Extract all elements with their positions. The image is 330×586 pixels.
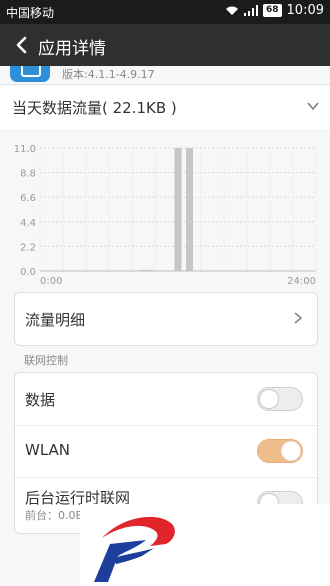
network-row-data: 数据 bbox=[15, 373, 317, 426]
wifi-icon bbox=[226, 6, 238, 15]
watermark-logo-icon bbox=[94, 516, 175, 582]
page-title: 应用详情 bbox=[38, 39, 106, 59]
x-tick-label: 0:00 bbox=[40, 276, 62, 287]
y-tick-label: 8.8 bbox=[20, 169, 36, 180]
chart-bar bbox=[145, 269, 153, 271]
network-row-label: 数据 bbox=[25, 391, 56, 409]
wlan-toggle[interactable] bbox=[257, 439, 303, 463]
chart-bar bbox=[186, 148, 193, 271]
back-arrow-icon[interactable] bbox=[12, 35, 32, 55]
toggle-knob bbox=[281, 441, 301, 461]
y-tick-label: 2.2 bbox=[20, 242, 36, 253]
app-info: 版本:4.1.1-4.9.17 bbox=[0, 66, 330, 84]
chart-bar bbox=[174, 148, 182, 271]
y-tick-label: 0.0 bbox=[20, 267, 36, 278]
chevron-down-icon bbox=[307, 102, 319, 111]
network-control-section-label: 联网控制 bbox=[24, 354, 68, 367]
y-tick-label: 11.0 bbox=[14, 144, 36, 155]
title-bar: 应用详情 bbox=[0, 24, 330, 66]
data-toggle[interactable] bbox=[257, 387, 303, 411]
app-icon bbox=[10, 66, 50, 82]
status-bar: 中国移动 68 10:09 bbox=[0, 0, 330, 24]
x-tick-label: 24:00 bbox=[287, 276, 316, 287]
network-row-wlan: WLAN bbox=[15, 425, 317, 478]
traffic-detail-label: 流量明细 bbox=[25, 311, 86, 329]
toggle-knob bbox=[259, 389, 279, 409]
network-row-label: WLAN bbox=[25, 441, 71, 459]
daily-usage-label: 当天数据流量( 22.1KB ) bbox=[12, 99, 177, 117]
carrier-label: 中国移动 bbox=[6, 6, 55, 20]
foreground-usage-label: 前台：0.0B bbox=[25, 509, 84, 522]
battery-icon: 68 bbox=[263, 4, 282, 17]
status-icons: 68 10:09 bbox=[225, 3, 324, 18]
signal-icon bbox=[244, 5, 258, 16]
y-tick-label: 4.4 bbox=[20, 218, 36, 229]
daily-usage-selector[interactable]: 当天数据流量( 22.1KB ) bbox=[0, 84, 330, 130]
traffic-detail-button[interactable]: 流量明细 bbox=[14, 292, 318, 346]
usage-chart-svg: 0.0 2.2 4.4 6.6 8.8 11.0 0:00 24:00 bbox=[14, 144, 317, 287]
watermark-logo bbox=[80, 504, 330, 586]
app-version: 版本:4.1.1-4.9.17 bbox=[62, 68, 155, 81]
chevron-right-icon bbox=[294, 312, 303, 324]
y-tick-label: 6.6 bbox=[20, 193, 36, 204]
usage-chart: 0.0 2.2 4.4 6.6 8.8 11.0 0:00 24:00 bbox=[0, 129, 330, 289]
clock: 10:09 bbox=[286, 3, 324, 18]
